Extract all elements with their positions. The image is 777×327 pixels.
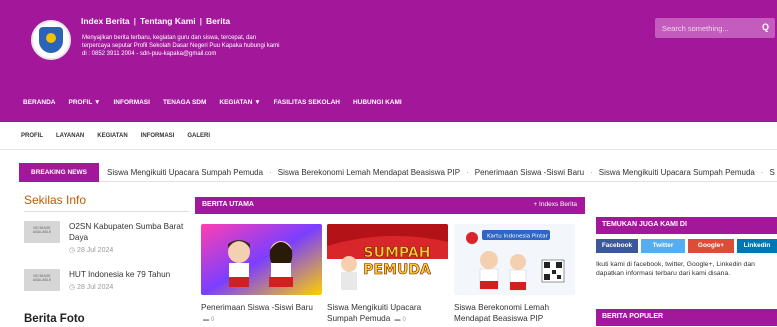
google-plus-button[interactable]: Google+ [688, 239, 734, 253]
ticker-item[interactable]: Siswa Berekonomi Lemah Mendapat Beasiswa… [278, 163, 460, 182]
tut-wuri-emblem-icon [39, 27, 63, 53]
subnav-galeri[interactable]: GALERI [187, 133, 210, 139]
site-header: Index Berita | Tentang Kami | Berita Menyaji… [0, 0, 777, 122]
social-buttons: Facebook Twitter Google+ Linkedin [596, 239, 777, 253]
section-title: BERITA UTAMA [202, 201, 254, 208]
svg-text:Kartu Indonesia Pintar: Kartu Indonesia Pintar [487, 234, 549, 240]
thumbnail[interactable]: NO IMAGE AVAILABLE [24, 221, 60, 243]
search-icon[interactable]: Q [762, 22, 769, 32]
news-caption[interactable]: Siswa Berekonomi Lemah Mendapat Beasiswa… [454, 303, 549, 323]
link-tentang-kami[interactable]: Tentang Kami [140, 16, 196, 26]
ticker-item[interactable]: S [770, 163, 775, 182]
info-date: ◷ 28 Jul 2024 [69, 284, 114, 291]
follow-text: Ikuti kami di facebook, twitter, Google+… [596, 261, 755, 277]
info-date: ◷ 28 Jul 2024 [69, 247, 114, 254]
nav-hubungi-kami[interactable]: HUBUNGI KAMI [353, 99, 402, 106]
berita-utama-header: BERITA UTAMA + Indexs Berita [195, 197, 585, 214]
breaking-news-bar: BREAKING NEWS Siswa Mengikuiti Upacara S… [19, 163, 777, 182]
svg-text:PEMUDA: PEMUDA [363, 262, 431, 278]
facebook-button[interactable]: Facebook [596, 239, 638, 253]
news-card[interactable]: SUMPAH PEMUDA Siswa Mengikuiti Upacara S… [327, 224, 448, 323]
nav-fasilitas-sekolah[interactable]: FASILITAS SEKOLAH [274, 99, 340, 106]
info-title[interactable]: O2SN Kabupaten Sumba Barat Daya [69, 221, 193, 243]
index-berita-link[interactable]: + Indexs Berita [533, 201, 577, 208]
comment-icon: ▬ [394, 317, 401, 323]
twitter-button[interactable]: Twitter [641, 239, 685, 253]
temukan-header: TEMUKAN JUGA KAMI DI [596, 217, 777, 234]
nav-tenaga-sdm[interactable]: TENAGA SDM [163, 99, 206, 106]
news-image[interactable]: SUMPAH PEMUDA [327, 224, 448, 295]
nav-beranda[interactable]: BERANDA [23, 99, 56, 106]
main-navigation: BERANDA PROFIL ▼ INFORMASI TENAGA SDM KE… [23, 99, 402, 106]
top-links: Index Berita | Tentang Kami | Berita [81, 16, 231, 26]
news-caption[interactable]: Penerimaan Siswa -Siswi Baru [201, 303, 313, 312]
nav-informasi[interactable]: INFORMASI [113, 99, 149, 106]
news-card[interactable]: Penerimaan Siswa -Siswi Baru ▬ 0 [201, 224, 322, 323]
search-input[interactable] [662, 22, 752, 34]
subnav-profil[interactable]: PROFIL [21, 133, 43, 139]
ticker-item[interactable]: Siswa Mengikuiti Upacara Sumpah Pemuda [599, 163, 755, 182]
link-index-berita[interactable]: Index Berita [81, 16, 130, 26]
site-tagline: Menyajikan berita terbaru, kegiatan guru… [82, 35, 280, 57]
linkedin-button[interactable]: Linkedin [737, 239, 777, 253]
news-ticker: Siswa Mengikuiti Upacara Sumpah Pemuda · … [107, 163, 775, 182]
thumbnail[interactable]: NO IMAGE AVAILABLE [24, 269, 60, 291]
divider [24, 211, 189, 212]
subnav-informasi[interactable]: INFORMASI [141, 133, 175, 139]
comment-count: 0 [211, 317, 215, 323]
info-title[interactable]: HUT Indonesia ke 79 Tahun [69, 269, 193, 280]
news-caption[interactable]: Siswa Mengikuiti Upacara Sumpah Pemuda [327, 303, 421, 323]
news-image[interactable] [201, 224, 322, 295]
sub-navigation: PROFIL LAYANAN KEGIATAN INFORMASI GALERI [0, 122, 777, 150]
breaking-news-label: BREAKING NEWS [19, 163, 99, 182]
nav-kegiatan[interactable]: KEGIATAN ▼ [219, 99, 260, 106]
ticker-item[interactable]: Siswa Mengikuiti Upacara Sumpah Pemuda [107, 163, 263, 182]
link-berita[interactable]: Berita [206, 16, 230, 26]
berita-populer-header: BERITA POPULER [596, 309, 777, 326]
school-logo[interactable] [31, 20, 71, 60]
nav-profil[interactable]: PROFIL ▼ [69, 99, 101, 106]
news-card[interactable]: Kartu Indonesia Pintar Siswa Berekonomi … [454, 224, 575, 323]
ticker-item[interactable]: Penerimaan Siswa -Siswi Baru [475, 163, 584, 182]
section-title: Sekilas Info [24, 193, 87, 207]
comment-count: 0 [402, 317, 406, 323]
comment-icon: ▬ [203, 317, 209, 323]
search-box: Q [655, 18, 775, 38]
svg-text:SUMPAH: SUMPAH [364, 245, 431, 261]
news-image[interactable]: Kartu Indonesia Pintar [454, 224, 575, 295]
berita-foto-title: Berita Foto [24, 313, 85, 325]
subnav-layanan[interactable]: LAYANAN [56, 133, 84, 139]
subnav-kegiatan[interactable]: KEGIATAN [97, 133, 127, 139]
sekilas-info-section: Sekilas Info NO IMAGE AVAILABLE O2SN Kab… [24, 193, 189, 325]
